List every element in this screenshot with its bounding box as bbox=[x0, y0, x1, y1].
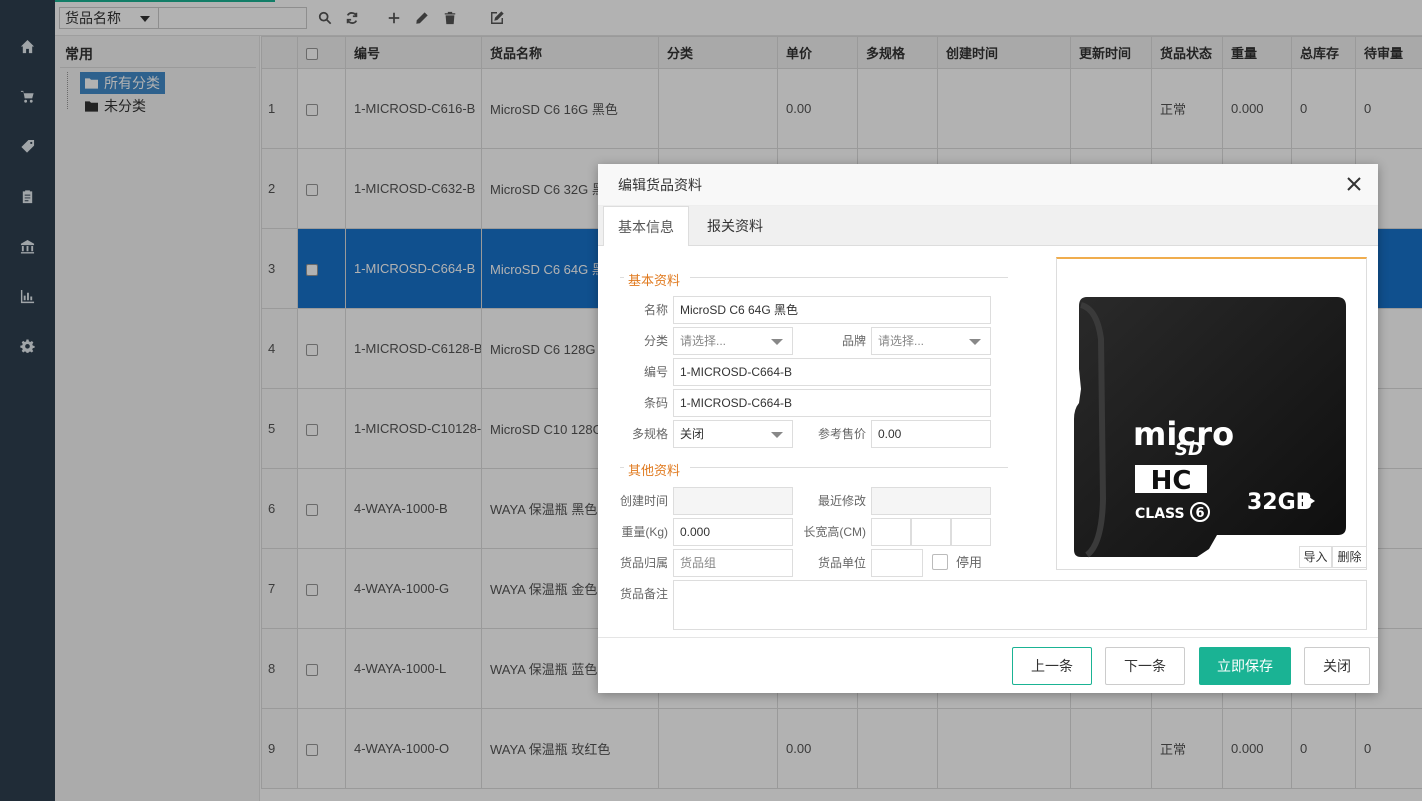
label-code: 编号 bbox=[643, 365, 668, 379]
label-dimensions: 长宽高(CM) bbox=[803, 525, 866, 539]
name-field[interactable]: MicroSD C6 64G 黑色 bbox=[673, 296, 991, 324]
product-image-box: micro SD HC CLASS 6 32GB 导入 删除 bbox=[1056, 257, 1367, 570]
label-unit: 货品单位 bbox=[817, 556, 866, 570]
close-icon[interactable] bbox=[1346, 176, 1362, 192]
section-title-basic: 基本资料 bbox=[628, 273, 681, 288]
dialog-footer: 上一条 下一条 立即保存 关闭 bbox=[598, 637, 1378, 693]
card-text-hc: HC bbox=[1151, 466, 1192, 496]
label-multi-spec: 多规格 bbox=[631, 427, 668, 441]
dialog-title-text: 编辑货品资料 bbox=[618, 177, 702, 193]
length-field[interactable] bbox=[871, 518, 911, 546]
multi-spec-value: 关闭 bbox=[680, 427, 705, 441]
label-disabled: 停用 bbox=[956, 555, 983, 570]
tab-customs-info[interactable]: 报关资料 bbox=[693, 206, 777, 246]
delete-image-button[interactable]: 删除 bbox=[1332, 546, 1366, 568]
card-text-class: CLASS bbox=[1135, 506, 1185, 522]
section-divider bbox=[620, 277, 624, 278]
section-divider bbox=[690, 467, 1008, 468]
group-field[interactable]: 货品组 bbox=[673, 549, 793, 577]
multi-spec-select[interactable]: 关闭 bbox=[673, 420, 793, 448]
import-image-button[interactable]: 导入 bbox=[1299, 546, 1332, 568]
save-button[interactable]: 立即保存 bbox=[1199, 647, 1291, 685]
section-divider bbox=[620, 467, 624, 468]
edit-product-dialog: 编辑货品资料 基本信息 报关资料 基本资料 名称 MicroSD C6 64G … bbox=[598, 164, 1378, 693]
dialog-tabs: 基本信息 报关资料 bbox=[598, 206, 1378, 246]
section-title-other: 其他资料 bbox=[628, 463, 681, 478]
height-field[interactable] bbox=[951, 518, 991, 546]
ref-price-field[interactable]: 0.00 bbox=[871, 420, 991, 448]
next-record-button[interactable]: 下一条 bbox=[1105, 647, 1185, 685]
brand-select[interactable]: 请选择... bbox=[871, 327, 991, 355]
unit-field[interactable] bbox=[871, 549, 923, 577]
section-divider bbox=[690, 277, 1008, 278]
label-group: 货品归属 bbox=[619, 556, 668, 570]
card-text-capacity: 32GB bbox=[1247, 490, 1312, 515]
chevron-down-icon bbox=[771, 339, 783, 345]
created-field bbox=[673, 487, 793, 515]
label-category: 分类 bbox=[643, 334, 668, 348]
category-select-value: 请选择... bbox=[680, 334, 727, 348]
tab-basic-info[interactable]: 基本信息 bbox=[603, 206, 689, 246]
dialog-title: 编辑货品资料 bbox=[598, 164, 1378, 206]
width-field[interactable] bbox=[911, 518, 951, 546]
chevron-down-icon bbox=[771, 432, 783, 438]
card-text-class-num: 6 bbox=[1195, 506, 1204, 521]
close-button[interactable]: 关闭 bbox=[1304, 647, 1370, 685]
modified-field bbox=[871, 487, 991, 515]
label-name: 名称 bbox=[643, 303, 668, 317]
label-brand: 品牌 bbox=[841, 334, 866, 348]
category-select[interactable]: 请选择... bbox=[673, 327, 793, 355]
brand-select-value: 请选择... bbox=[878, 334, 925, 348]
chevron-down-icon bbox=[969, 339, 981, 345]
barcode-field[interactable]: 1-MICROSD-C664-B bbox=[673, 389, 991, 417]
microsd-card-image: micro SD HC CLASS 6 32GB bbox=[1074, 297, 1346, 558]
code-field[interactable]: 1-MICROSD-C664-B bbox=[673, 358, 991, 386]
prev-record-button[interactable]: 上一条 bbox=[1012, 647, 1092, 685]
remark-textarea[interactable] bbox=[673, 580, 1367, 630]
label-remark: 货品备注 bbox=[619, 587, 668, 601]
label-created: 创建时间 bbox=[619, 494, 668, 508]
card-text-sd: SD bbox=[1175, 439, 1203, 460]
label-ref-price: 参考售价 bbox=[817, 427, 866, 441]
label-barcode: 条码 bbox=[643, 396, 668, 410]
weight-field[interactable]: 0.000 bbox=[673, 518, 793, 546]
disabled-checkbox[interactable] bbox=[932, 554, 948, 570]
label-weight: 重量(Kg) bbox=[621, 525, 668, 539]
label-modified: 最近修改 bbox=[817, 494, 866, 508]
